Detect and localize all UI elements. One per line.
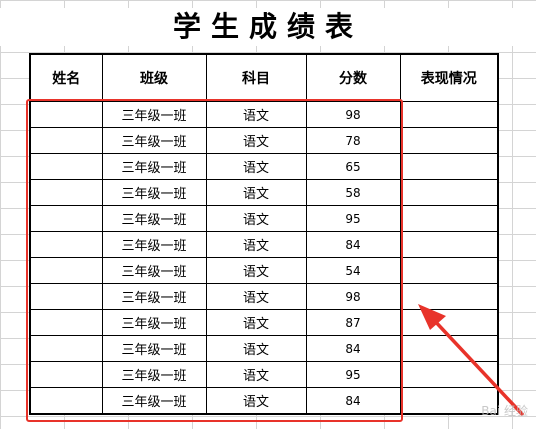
cell-name[interactable] bbox=[29, 387, 103, 415]
cell-class[interactable]: 三年级一班 bbox=[101, 127, 207, 154]
table-row: 三年级一班 语文 87 bbox=[29, 309, 499, 336]
cell-subject[interactable]: 语文 bbox=[205, 387, 307, 415]
cell-performance[interactable] bbox=[399, 335, 499, 362]
header-cell-name[interactable]: 姓名 bbox=[29, 53, 103, 102]
cell-subject[interactable]: 语文 bbox=[205, 101, 307, 128]
cell-class[interactable]: 三年级一班 bbox=[101, 309, 207, 336]
cell-score[interactable]: 78 bbox=[305, 127, 401, 154]
header-cell-class[interactable]: 班级 bbox=[101, 53, 207, 102]
cell-name[interactable] bbox=[29, 231, 103, 258]
cell-class[interactable]: 三年级一班 bbox=[101, 205, 207, 232]
header-cell-performance[interactable]: 表现情况 bbox=[399, 53, 499, 102]
table-row: 三年级一班 语文 78 bbox=[29, 127, 499, 154]
cell-subject[interactable]: 语文 bbox=[205, 309, 307, 336]
cell-score[interactable]: 84 bbox=[305, 387, 401, 415]
cell-name[interactable] bbox=[29, 335, 103, 362]
header-cell-score[interactable]: 分数 bbox=[305, 53, 401, 102]
cell-class[interactable]: 三年级一班 bbox=[101, 387, 207, 415]
cell-performance[interactable] bbox=[399, 153, 499, 180]
cell-name[interactable] bbox=[29, 257, 103, 284]
cell-class[interactable]: 三年级一班 bbox=[101, 179, 207, 206]
table-row: 三年级一班 语文 58 bbox=[29, 179, 499, 206]
cell-subject[interactable]: 语文 bbox=[205, 153, 307, 180]
cell-class[interactable]: 三年级一班 bbox=[101, 283, 207, 310]
cell-score[interactable]: 58 bbox=[305, 179, 401, 206]
cell-name[interactable] bbox=[29, 309, 103, 336]
table-row: 三年级一班 语文 84 bbox=[29, 387, 499, 415]
table-row: 三年级一班 语文 84 bbox=[29, 231, 499, 258]
cell-name[interactable] bbox=[29, 205, 103, 232]
cell-performance[interactable] bbox=[399, 179, 499, 206]
cell-name[interactable] bbox=[29, 101, 103, 128]
cell-score[interactable]: 98 bbox=[305, 101, 401, 128]
cell-performance[interactable] bbox=[399, 257, 499, 284]
cell-class[interactable]: 三年级一班 bbox=[101, 335, 207, 362]
grade-table: 姓名 班级 科目 分数 表现情况 三年级一班 语文 98 三年级一班 语文 78 三年级一班… bbox=[29, 53, 499, 415]
table-row: 三年级一班 语文 65 bbox=[29, 153, 499, 180]
cell-class[interactable]: 三年级一班 bbox=[101, 101, 207, 128]
table-row: 三年级一班 语文 95 bbox=[29, 361, 499, 388]
cell-name[interactable] bbox=[29, 127, 103, 154]
cell-class[interactable]: 三年级一班 bbox=[101, 153, 207, 180]
cell-score[interactable]: 95 bbox=[305, 205, 401, 232]
cell-performance[interactable] bbox=[399, 127, 499, 154]
table-row: 三年级一班 语文 98 bbox=[29, 283, 499, 310]
cell-performance[interactable] bbox=[399, 309, 499, 336]
cell-subject[interactable]: 语文 bbox=[205, 231, 307, 258]
sheet-title: 学生成绩表 bbox=[0, 8, 536, 46]
cell-performance[interactable] bbox=[399, 283, 499, 310]
header-row: 姓名 班级 科目 分数 表现情况 bbox=[29, 53, 499, 102]
cell-subject[interactable]: 语文 bbox=[205, 127, 307, 154]
cell-subject[interactable]: 语文 bbox=[205, 179, 307, 206]
cell-name[interactable] bbox=[29, 283, 103, 310]
cell-score[interactable]: 84 bbox=[305, 231, 401, 258]
cell-performance[interactable] bbox=[399, 361, 499, 388]
cell-performance[interactable] bbox=[399, 101, 499, 128]
table-row: 三年级一班 语文 98 bbox=[29, 101, 499, 128]
cell-score[interactable]: 65 bbox=[305, 153, 401, 180]
cell-class[interactable]: 三年级一班 bbox=[101, 231, 207, 258]
table-row: 三年级一班 语文 84 bbox=[29, 335, 499, 362]
cell-score[interactable]: 98 bbox=[305, 283, 401, 310]
cell-subject[interactable]: 语文 bbox=[205, 361, 307, 388]
cell-name[interactable] bbox=[29, 179, 103, 206]
watermark: Bai 经验 bbox=[481, 404, 528, 418]
cell-subject[interactable]: 语文 bbox=[205, 205, 307, 232]
cell-name[interactable] bbox=[29, 153, 103, 180]
cell-class[interactable]: 三年级一班 bbox=[101, 257, 207, 284]
cell-subject[interactable]: 语文 bbox=[205, 283, 307, 310]
cell-performance[interactable] bbox=[399, 205, 499, 232]
cell-score[interactable]: 95 bbox=[305, 361, 401, 388]
cell-subject[interactable]: 语文 bbox=[205, 257, 307, 284]
cell-score[interactable]: 87 bbox=[305, 309, 401, 336]
table-row: 三年级一班 语文 54 bbox=[29, 257, 499, 284]
header-cell-subject[interactable]: 科目 bbox=[205, 53, 307, 102]
cell-score[interactable]: 54 bbox=[305, 257, 401, 284]
table-row: 三年级一班 语文 95 bbox=[29, 205, 499, 232]
cell-class[interactable]: 三年级一班 bbox=[101, 361, 207, 388]
cell-performance[interactable] bbox=[399, 231, 499, 258]
cell-subject[interactable]: 语文 bbox=[205, 335, 307, 362]
cell-score[interactable]: 84 bbox=[305, 335, 401, 362]
cell-name[interactable] bbox=[29, 361, 103, 388]
